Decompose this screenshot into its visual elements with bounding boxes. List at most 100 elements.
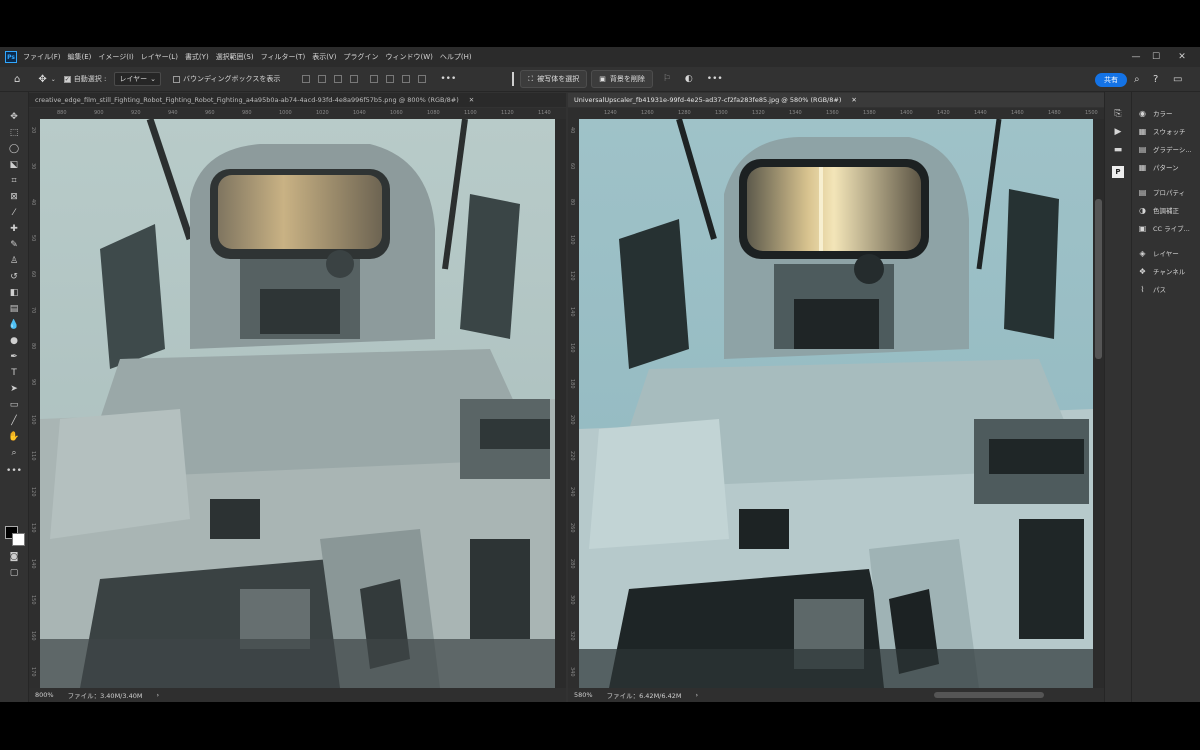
select-subject-icon: ⛶	[528, 74, 534, 83]
bounding-box-checkbox[interactable]	[173, 75, 181, 83]
menu-window[interactable]: ウィンドウ(W)	[385, 52, 432, 62]
align-right-icon[interactable]	[334, 75, 343, 83]
right-zoom-level[interactable]: 580%	[574, 691, 593, 699]
move-tool-icon[interactable]: ✥	[38, 74, 46, 85]
share-button[interactable]: 共有	[1095, 73, 1127, 87]
history-brush-icon[interactable]: ↺	[7, 270, 21, 284]
left-canvas[interactable]	[40, 119, 555, 688]
panel-label: 色調補正	[1153, 207, 1179, 215]
select-subject-button[interactable]: ⛶ 被写体を選択	[520, 70, 588, 88]
menu-filter[interactable]: フィルター(T)	[261, 52, 306, 62]
align-left-icon[interactable]	[302, 75, 311, 83]
chevron-right-icon[interactable]: ›	[156, 691, 159, 699]
healing-brush-icon[interactable]: ✚	[7, 222, 21, 236]
menu-file[interactable]: ファイル(F)	[23, 52, 61, 62]
auto-select-checkbox[interactable]: ✓	[63, 75, 71, 83]
align-middle-icon[interactable]	[386, 75, 395, 83]
pen-tool-icon[interactable]: ✒	[7, 350, 21, 364]
comments-icon[interactable]: ▬	[1112, 144, 1124, 156]
layer-select-dropdown[interactable]: レイヤー ⌄	[114, 72, 162, 86]
menu-view[interactable]: 表示(V)	[312, 52, 336, 62]
panel-color[interactable]: ◉ カラー	[1138, 108, 1173, 119]
menu-image[interactable]: イメージ(I)	[98, 52, 133, 62]
menu-layer[interactable]: レイヤー(L)	[141, 52, 178, 62]
help-icon[interactable]: ?	[1153, 74, 1158, 85]
horizontal-scrollbar[interactable]	[934, 692, 1044, 698]
paragraph-icon[interactable]: P	[1112, 166, 1124, 178]
align-center-icon[interactable]	[318, 75, 327, 83]
menu-plugins[interactable]: プラグイン	[343, 52, 378, 62]
scrollbar-thumb[interactable]	[1095, 199, 1102, 359]
eyedropper-tool-icon[interactable]: ⁄	[7, 206, 21, 220]
distribute-icon[interactable]	[418, 75, 427, 83]
workspace-icon[interactable]: ▭	[1173, 74, 1182, 85]
path-select-tool-icon[interactable]: ➤	[7, 382, 21, 396]
left-vertical-scrollbar[interactable]	[555, 119, 566, 688]
cc-libraries-icon: ▣	[1138, 223, 1147, 233]
chevron-right-icon[interactable]: ›	[695, 691, 698, 699]
quick-mask-icon[interactable]: ◙	[7, 550, 21, 564]
marquee-tool-icon[interactable]: ⬚	[7, 126, 21, 140]
type-tool-icon[interactable]: T	[7, 366, 21, 380]
close-icon[interactable]: ✕	[851, 96, 856, 104]
align-top-icon[interactable]	[370, 75, 379, 83]
panel-cc-libraries[interactable]: ▣ CC ライブ...	[1138, 223, 1190, 234]
right-canvas[interactable]	[579, 119, 1093, 688]
panel-swatches[interactable]: ▦ スウォッチ	[1138, 126, 1186, 137]
blur-tool-icon[interactable]: 💧	[7, 318, 21, 332]
history-icon[interactable]: ⎘	[1112, 108, 1124, 120]
right-vertical-scrollbar[interactable]	[1093, 119, 1104, 688]
search-icon[interactable]: ⌕	[1134, 74, 1140, 85]
lasso-tool-icon[interactable]: ◯	[7, 142, 21, 156]
panel-paths[interactable]: ⌇ パス	[1138, 284, 1166, 295]
panel-patterns[interactable]: ▦ パターン	[1138, 162, 1179, 173]
eraser-tool-icon[interactable]: ◧	[7, 286, 21, 300]
gradients-icon: ▤	[1138, 144, 1147, 154]
move-tool-icon[interactable]: ✥	[7, 110, 21, 124]
background-color-swatch[interactable]	[12, 533, 25, 546]
screen-mode-icon[interactable]: ▢	[7, 566, 21, 580]
menu-select[interactable]: 選択範囲(S)	[216, 52, 254, 62]
home-icon[interactable]: ⌂	[14, 74, 20, 85]
more-options-icon[interactable]: •••	[440, 74, 456, 84]
panel-adjustments[interactable]: ◑ 色調補正	[1138, 205, 1179, 216]
ruler-tick-label: 50	[30, 235, 36, 242]
panel-channels[interactable]: ❖ チャンネル	[1138, 266, 1185, 277]
menu-type[interactable]: 書式(Y)	[185, 52, 209, 62]
crop-tool-icon[interactable]: ⌗	[7, 174, 21, 188]
clone-stamp-icon[interactable]: ♙	[7, 254, 21, 268]
close-icon[interactable]: ✕	[1162, 47, 1200, 67]
menu-help[interactable]: ヘルプ(H)	[440, 52, 472, 62]
gradient-tool-icon[interactable]: ▤	[7, 302, 21, 316]
tab-right-document[interactable]: UniversalUpscaler_fb41931e-99fd-4e25-ad3…	[568, 93, 1104, 107]
ruler-tick-label: 880	[57, 110, 67, 116]
line-tool-icon[interactable]: ╱	[7, 414, 21, 428]
menu-edit[interactable]: 編集(E)	[68, 52, 92, 62]
flag-icon[interactable]: ⚐	[663, 74, 671, 84]
tab-left-document[interactable]: creative_edge_film_still_Fighting_Robot_…	[29, 93, 566, 107]
bounding-box-option[interactable]: バウンディングボックスを表示	[173, 74, 280, 84]
zoom-tool-icon[interactable]: ⌕	[7, 446, 21, 460]
rectangle-tool-icon[interactable]: ▭	[7, 398, 21, 412]
align-distribute-icon[interactable]	[350, 75, 359, 83]
photoshop-logo[interactable]: Ps	[5, 51, 17, 63]
panel-gradients[interactable]: ▤ グラデーシ...	[1138, 144, 1192, 155]
close-icon[interactable]: ✕	[469, 96, 474, 104]
object-select-tool-icon[interactable]: ⬕	[7, 158, 21, 172]
panel-properties[interactable]: ▤ プロパティ	[1138, 187, 1185, 198]
dodge-tool-icon[interactable]: ●	[7, 334, 21, 348]
align-bottom-icon[interactable]	[402, 75, 411, 83]
more-options-icon[interactable]: •••	[707, 74, 723, 84]
left-zoom-level[interactable]: 800%	[35, 691, 54, 699]
brush-tool-icon[interactable]: ✎	[7, 238, 21, 252]
chevron-down-icon[interactable]: ⌄	[51, 76, 56, 83]
edit-toolbar-icon[interactable]: •••	[6, 464, 22, 478]
auto-select-option[interactable]: ✓ 自動選択 :	[63, 74, 106, 84]
remove-background-button[interactable]: ▣ 背景を削除	[591, 70, 653, 88]
contrast-icon[interactable]: ◐	[685, 74, 693, 84]
panel-layers[interactable]: ◈ レイヤー	[1138, 248, 1178, 259]
frame-tool-icon[interactable]: ⊠	[7, 190, 21, 204]
hand-tool-icon[interactable]: ✋	[7, 430, 21, 444]
actions-play-icon[interactable]: ▶	[1112, 126, 1124, 138]
ruler-tick-label: 110	[30, 451, 36, 461]
